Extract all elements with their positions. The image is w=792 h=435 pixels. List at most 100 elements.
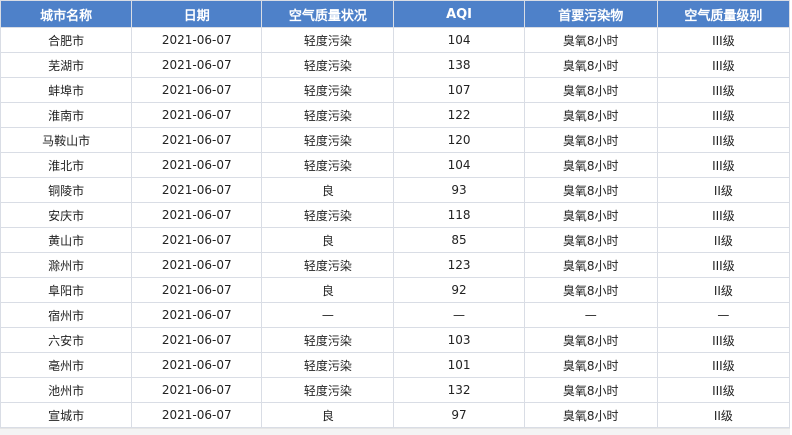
table-row[interactable]: 蚌埠市 2021-06-07 轻度污染 107 臭氧8小时 III级 bbox=[0, 77, 791, 103]
cell-level: III级 bbox=[656, 77, 791, 103]
table-row[interactable]: 宿州市 2021-06-07— — — — bbox=[0, 302, 791, 328]
header-level[interactable]: 空气质量级别 bbox=[656, 0, 791, 28]
cell-status: 良 bbox=[261, 227, 395, 253]
cell-level: III级 bbox=[656, 52, 791, 78]
cell-date: 2021-06-07 bbox=[131, 52, 263, 78]
cell-status: 良 bbox=[261, 177, 395, 203]
cell-aqi: 132 bbox=[393, 377, 525, 403]
cell-pollutant: 臭氧8小时 bbox=[523, 27, 658, 53]
header-status[interactable]: 空气质量状况 bbox=[261, 0, 395, 28]
table-row[interactable]: 芜湖市 2021-06-07 轻度污染 138 臭氧8小时 III级 bbox=[0, 52, 791, 78]
cell-aqi: 92 bbox=[393, 277, 525, 303]
table-row[interactable]: 滁州市 2021-06-07 轻度污染 123 臭氧8小时 III级 bbox=[0, 252, 791, 278]
cell-level: III级 bbox=[656, 27, 791, 53]
cell-aqi: 104 bbox=[393, 27, 525, 53]
cell-pollutant: — bbox=[523, 302, 658, 328]
cell-status: 轻度污染 bbox=[261, 77, 395, 103]
cell-level: III级 bbox=[656, 202, 791, 228]
cell-city: 合肥市 bbox=[0, 27, 133, 53]
aqi-table: 城市名称 日期 空气质量状况 AQI 首要污染物 空气质量级别 合肥市 2021-… bbox=[0, 0, 791, 428]
cell-aqi: 138 bbox=[393, 52, 525, 78]
cell-city: 阜阳市 bbox=[0, 277, 133, 303]
cell-date: 2021-06-07 bbox=[131, 302, 263, 328]
table-row[interactable]: 淮南市 2021-06-07 轻度污染 122 臭氧8小时 III级 bbox=[0, 102, 791, 128]
table-row[interactable]: 合肥市 2021-06-07 轻度污染 104 臭氧8小时 III级 bbox=[0, 27, 791, 53]
cell-date: 2021-06-07 bbox=[131, 352, 263, 378]
cell-status: 良 bbox=[261, 277, 395, 303]
cell-date: 2021-06-07 bbox=[131, 177, 263, 203]
cell-aqi: 123 bbox=[393, 252, 525, 278]
cell-city: 黄山市 bbox=[0, 227, 133, 253]
cell-aqi: 93 bbox=[393, 177, 525, 203]
cell-city: 六安市 bbox=[0, 327, 133, 353]
cell-aqi: 118 bbox=[393, 202, 525, 228]
cell-level: — bbox=[656, 302, 791, 328]
cell-city: 芜湖市 bbox=[0, 52, 133, 78]
cell-level: III级 bbox=[656, 252, 791, 278]
cell-date: 2021-06-07 bbox=[131, 277, 263, 303]
cell-level: III级 bbox=[656, 327, 791, 353]
cell-city: 亳州市 bbox=[0, 352, 133, 378]
table-row[interactable]: 池州市 2021-06-07 轻度污染 132 臭氧8小时 III级 bbox=[0, 377, 791, 403]
table-row[interactable]: 淮北市 2021-06-07 轻度污染 104 臭氧8小时 III级 bbox=[0, 152, 791, 178]
cell-level: III级 bbox=[656, 127, 791, 153]
cell-aqi: 122 bbox=[393, 102, 525, 128]
cell-city: 淮北市 bbox=[0, 152, 133, 178]
cell-city: 池州市 bbox=[0, 377, 133, 403]
cell-date: 2021-06-07 bbox=[131, 102, 263, 128]
cell-date: 2021-06-07 bbox=[131, 152, 263, 178]
cell-status: 轻度污染 bbox=[261, 202, 395, 228]
cell-status: 轻度污染 bbox=[261, 102, 395, 128]
cell-status: 轻度污染 bbox=[261, 252, 395, 278]
cell-aqi: 97 bbox=[393, 402, 525, 428]
horizontal-scrollbar[interactable] bbox=[0, 428, 790, 435]
cell-pollutant: 臭氧8小时 bbox=[523, 377, 658, 403]
table-header-row: 城市名称 日期 空气质量状况 AQI 首要污染物 空气质量级别 bbox=[0, 0, 791, 28]
header-pollutant[interactable]: 首要污染物 bbox=[523, 0, 658, 28]
table-row[interactable]: 六安市 2021-06-07 轻度污染 103 臭氧8小时 III级 bbox=[0, 327, 791, 353]
cell-aqi: 107 bbox=[393, 77, 525, 103]
cell-level: III级 bbox=[656, 152, 791, 178]
cell-status: 轻度污染 bbox=[261, 377, 395, 403]
cell-pollutant: 臭氧8小时 bbox=[523, 102, 658, 128]
cell-date: 2021-06-07 bbox=[131, 327, 263, 353]
table-row[interactable]: 黄山市 2021-06-07 良 85 臭氧8小时 II级 bbox=[0, 227, 791, 253]
cell-pollutant: 臭氧8小时 bbox=[523, 127, 658, 153]
cell-aqi: 85 bbox=[393, 227, 525, 253]
cell-date: 2021-06-07 bbox=[131, 252, 263, 278]
table-row[interactable]: 阜阳市 2021-06-07 良 92 臭氧8小时 II级 bbox=[0, 277, 791, 303]
cell-aqi: 120 bbox=[393, 127, 525, 153]
cell-status: 轻度污染 bbox=[261, 127, 395, 153]
header-aqi[interactable]: AQI bbox=[393, 0, 525, 28]
table-row[interactable]: 安庆市 2021-06-07 轻度污染 118 臭氧8小时 III级 bbox=[0, 202, 791, 228]
cell-status: 良 bbox=[261, 402, 395, 428]
table-row[interactable]: 马鞍山市 2021-06-07 轻度污染 120 臭氧8小时 III级 bbox=[0, 127, 791, 153]
table-row[interactable]: 亳州市 2021-06-07 轻度污染 101 臭氧8小时 III级 bbox=[0, 352, 791, 378]
cell-pollutant: 臭氧8小时 bbox=[523, 77, 658, 103]
cell-city: 铜陵市 bbox=[0, 177, 133, 203]
cell-level: II级 bbox=[656, 227, 791, 253]
cell-level: II级 bbox=[656, 277, 791, 303]
table-row[interactable]: 宣城市 2021-06-07 良 97 臭氧8小时 II级 bbox=[0, 402, 791, 428]
cell-city: 马鞍山市 bbox=[0, 127, 133, 153]
cell-date: 2021-06-07 bbox=[131, 402, 263, 428]
cell-aqi: 104 bbox=[393, 152, 525, 178]
cell-status: 轻度污染 bbox=[261, 352, 395, 378]
cell-city: 蚌埠市 bbox=[0, 77, 133, 103]
header-city[interactable]: 城市名称 bbox=[0, 0, 133, 28]
cell-city: 安庆市 bbox=[0, 202, 133, 228]
table-row[interactable]: 铜陵市 2021-06-07 良 93 臭氧8小时 II级 bbox=[0, 177, 791, 203]
cell-level: II级 bbox=[656, 402, 791, 428]
cell-level: III级 bbox=[656, 102, 791, 128]
cell-date: 2021-06-07 bbox=[131, 127, 263, 153]
header-date[interactable]: 日期 bbox=[131, 0, 263, 28]
cell-level: III级 bbox=[656, 377, 791, 403]
cell-aqi: — bbox=[393, 302, 525, 328]
cell-status: 轻度污染 bbox=[261, 27, 395, 53]
cell-date: 2021-06-07 bbox=[131, 227, 263, 253]
cell-date: 2021-06-07 bbox=[131, 77, 263, 103]
cell-status: 轻度污染 bbox=[261, 152, 395, 178]
cell-pollutant: 臭氧8小时 bbox=[523, 227, 658, 253]
cell-city: 滁州市 bbox=[0, 252, 133, 278]
cell-date: 2021-06-07 bbox=[131, 202, 263, 228]
